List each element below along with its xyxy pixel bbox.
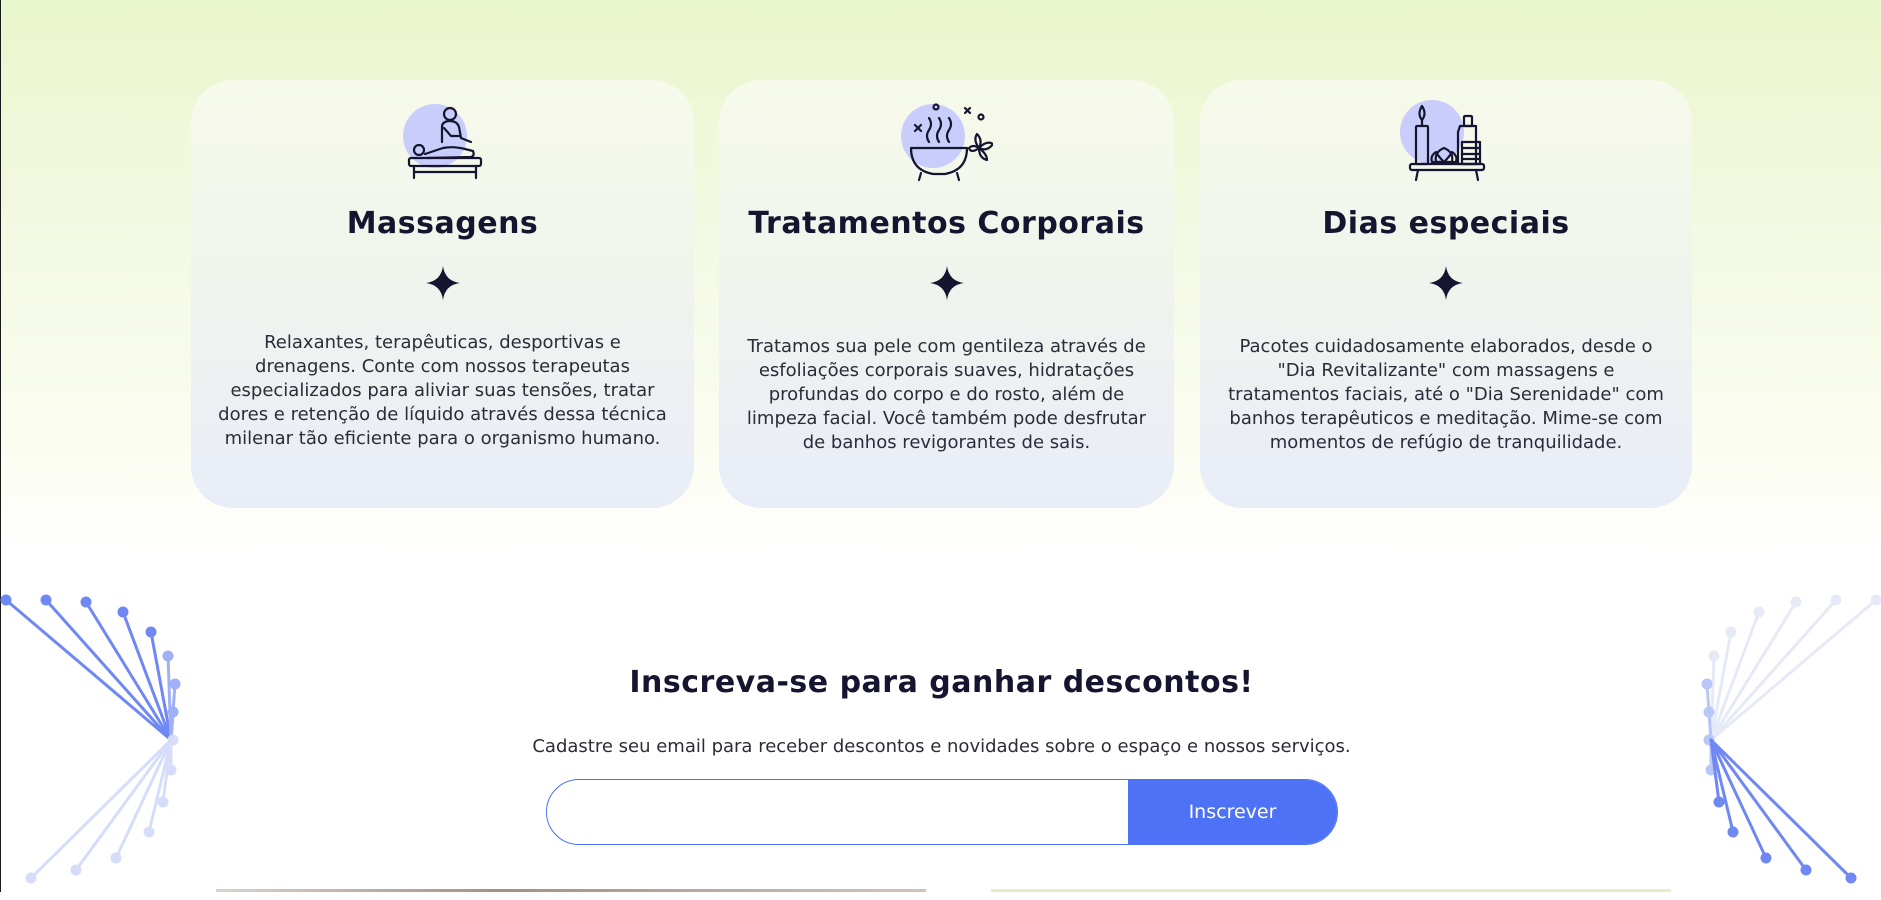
service-card-dias-especiais: Dias especiais Pacotes cuidadosamente el… <box>1200 80 1692 508</box>
service-title: Tratamentos Corporais <box>748 206 1145 241</box>
subscribe-button[interactable]: Inscrever <box>1128 780 1337 844</box>
subscribe-form: Inscrever <box>546 779 1338 845</box>
service-description: Tratamos sua pele com gentileza através … <box>746 336 1147 453</box>
service-card-massagens: Massagens Relaxantes, terapêuticas, desp… <box>191 80 694 508</box>
email-input[interactable] <box>547 780 1128 844</box>
service-description: Relaxantes, terapêuticas, desportivas e … <box>218 332 667 449</box>
service-title: Dias especiais <box>1322 206 1570 241</box>
subscribe-title: Inscreva-se para ganhar descontos! <box>629 665 1254 700</box>
massage-icon <box>397 96 489 188</box>
subscribe-section: Inscreva-se para ganhar descontos! Cadas… <box>1 560 1881 892</box>
spa-kit-icon <box>1400 96 1492 188</box>
service-description: Pacotes cuidadosamente elaborados, desde… <box>1228 336 1664 453</box>
service-card-tratamentos-corporais: Tratamentos Corporais Tratamos sua pele … <box>719 80 1174 508</box>
sparkle-icon <box>1429 266 1463 300</box>
bathtub-icon <box>900 96 993 188</box>
subscribe-description: Cadastre seu email para receber desconto… <box>532 736 1351 757</box>
service-title: Massagens <box>346 206 539 241</box>
services-section: Massagens Relaxantes, terapêuticas, desp… <box>1 0 1881 560</box>
sparkle-icon <box>425 266 460 300</box>
sparkle-icon <box>929 266 964 300</box>
